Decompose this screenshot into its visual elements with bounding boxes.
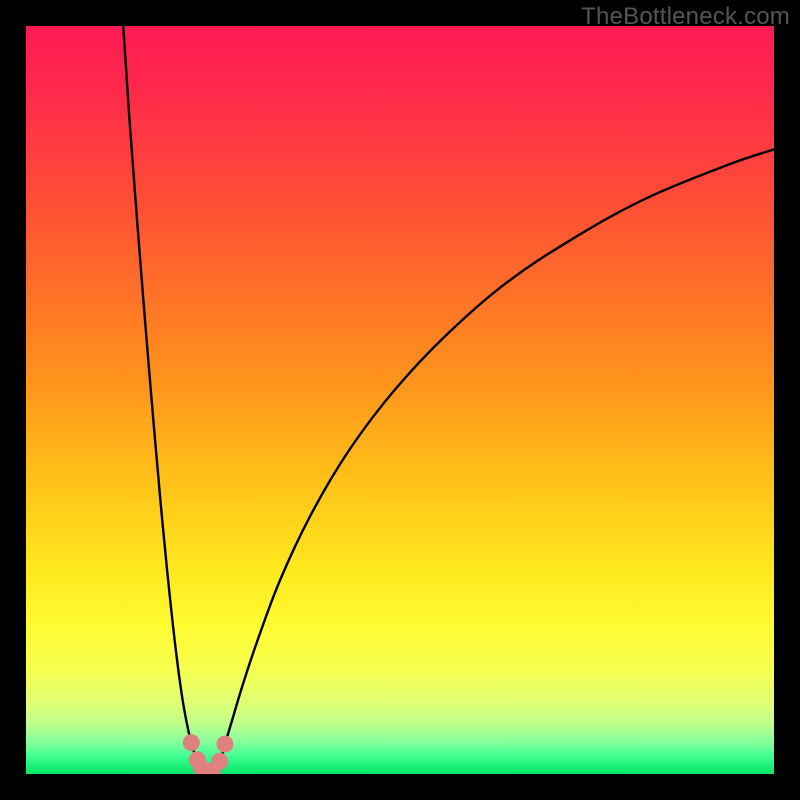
plot-background [26,26,774,774]
scatter-dot [216,736,233,753]
watermark-text: TheBottleneck.com [581,3,790,31]
chart-frame: TheBottleneck.com [0,0,800,800]
bottleneck-chart [26,26,774,774]
scatter-dot [183,734,200,751]
scatter-dot [211,753,228,770]
